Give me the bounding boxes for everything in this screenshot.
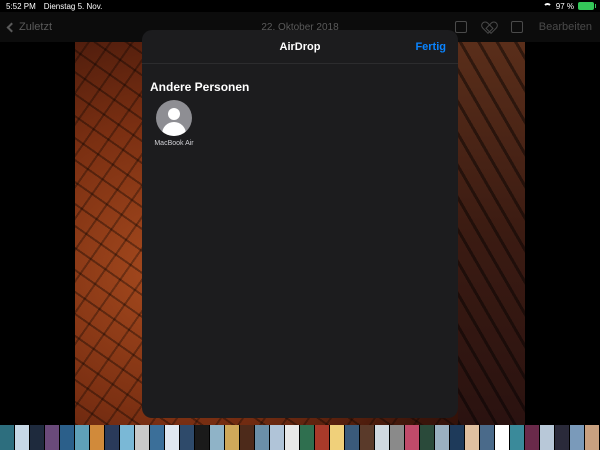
thumbnail[interactable] (390, 425, 404, 450)
thumbnail[interactable] (420, 425, 434, 450)
thumbnail-filmstrip[interactable] (0, 425, 600, 450)
back-label: Zuletzt (19, 21, 53, 33)
thumbnail[interactable] (525, 425, 539, 450)
thumbnail[interactable] (375, 425, 389, 450)
thumbnail[interactable] (450, 425, 464, 450)
person-avatar-icon (156, 100, 192, 136)
section-title: Andere Personen (150, 80, 250, 94)
airdrop-sheet: AirDrop Fertig Andere Personen MacBook A… (142, 30, 458, 418)
thumbnail[interactable] (330, 425, 344, 450)
done-button[interactable]: Fertig (415, 41, 446, 53)
thumbnail[interactable] (480, 425, 494, 450)
thumbnail[interactable] (105, 425, 119, 450)
thumbnail[interactable] (90, 425, 104, 450)
thumbnail[interactable] (165, 425, 179, 450)
thumbnail[interactable] (585, 425, 599, 450)
back-button[interactable]: Zuletzt (6, 21, 53, 33)
thumbnail[interactable] (135, 425, 149, 450)
thumbnail[interactable] (510, 425, 524, 450)
thumbnail[interactable] (435, 425, 449, 450)
wifi-icon (542, 2, 552, 10)
thumbnail[interactable] (45, 425, 59, 450)
thumbnail[interactable] (240, 425, 254, 450)
trash-icon[interactable] (510, 21, 523, 33)
battery-icon (578, 2, 596, 10)
thumbnail[interactable] (495, 425, 509, 450)
heart-icon[interactable] (483, 22, 495, 33)
thumbnail[interactable] (180, 425, 194, 450)
thumbnail[interactable] (270, 425, 284, 450)
edit-button[interactable]: Bearbeiten (539, 21, 592, 33)
airdrop-header: AirDrop Fertig (142, 30, 458, 64)
status-date: Dienstag 5. Nov. (43, 1, 103, 11)
thumbnail[interactable] (345, 425, 359, 450)
airdrop-title: AirDrop (279, 40, 321, 53)
thumbnail[interactable] (255, 425, 269, 450)
thumbnail[interactable] (360, 425, 374, 450)
thumbnail[interactable] (120, 425, 134, 450)
status-time: 5:52 PM (6, 1, 36, 11)
thumbnail[interactable] (300, 425, 314, 450)
thumbnail[interactable] (405, 425, 419, 450)
thumbnail[interactable] (210, 425, 224, 450)
person-name: MacBook Air (154, 140, 194, 147)
thumbnail[interactable] (195, 425, 209, 450)
thumbnail[interactable] (285, 425, 299, 450)
thumbnail[interactable] (75, 425, 89, 450)
thumbnail[interactable] (15, 425, 29, 450)
photo-background-right (458, 42, 525, 425)
person-item[interactable]: MacBook Air (146, 100, 202, 147)
thumbnail[interactable] (570, 425, 584, 450)
thumbnail[interactable] (465, 425, 479, 450)
thumbnail[interactable] (150, 425, 164, 450)
thumbnail[interactable] (540, 425, 554, 450)
chevron-left-icon (6, 22, 17, 32)
thumbnail[interactable] (30, 425, 44, 450)
thumbnail[interactable] (225, 425, 239, 450)
battery-percent: 97 % (555, 1, 574, 11)
thumbnail[interactable] (60, 425, 74, 450)
status-bar: 5:52 PM Dienstag 5. Nov. 97 % (0, 0, 600, 12)
thumbnail[interactable] (0, 425, 14, 450)
thumbnail[interactable] (555, 425, 569, 450)
thumbnail[interactable] (315, 425, 329, 450)
